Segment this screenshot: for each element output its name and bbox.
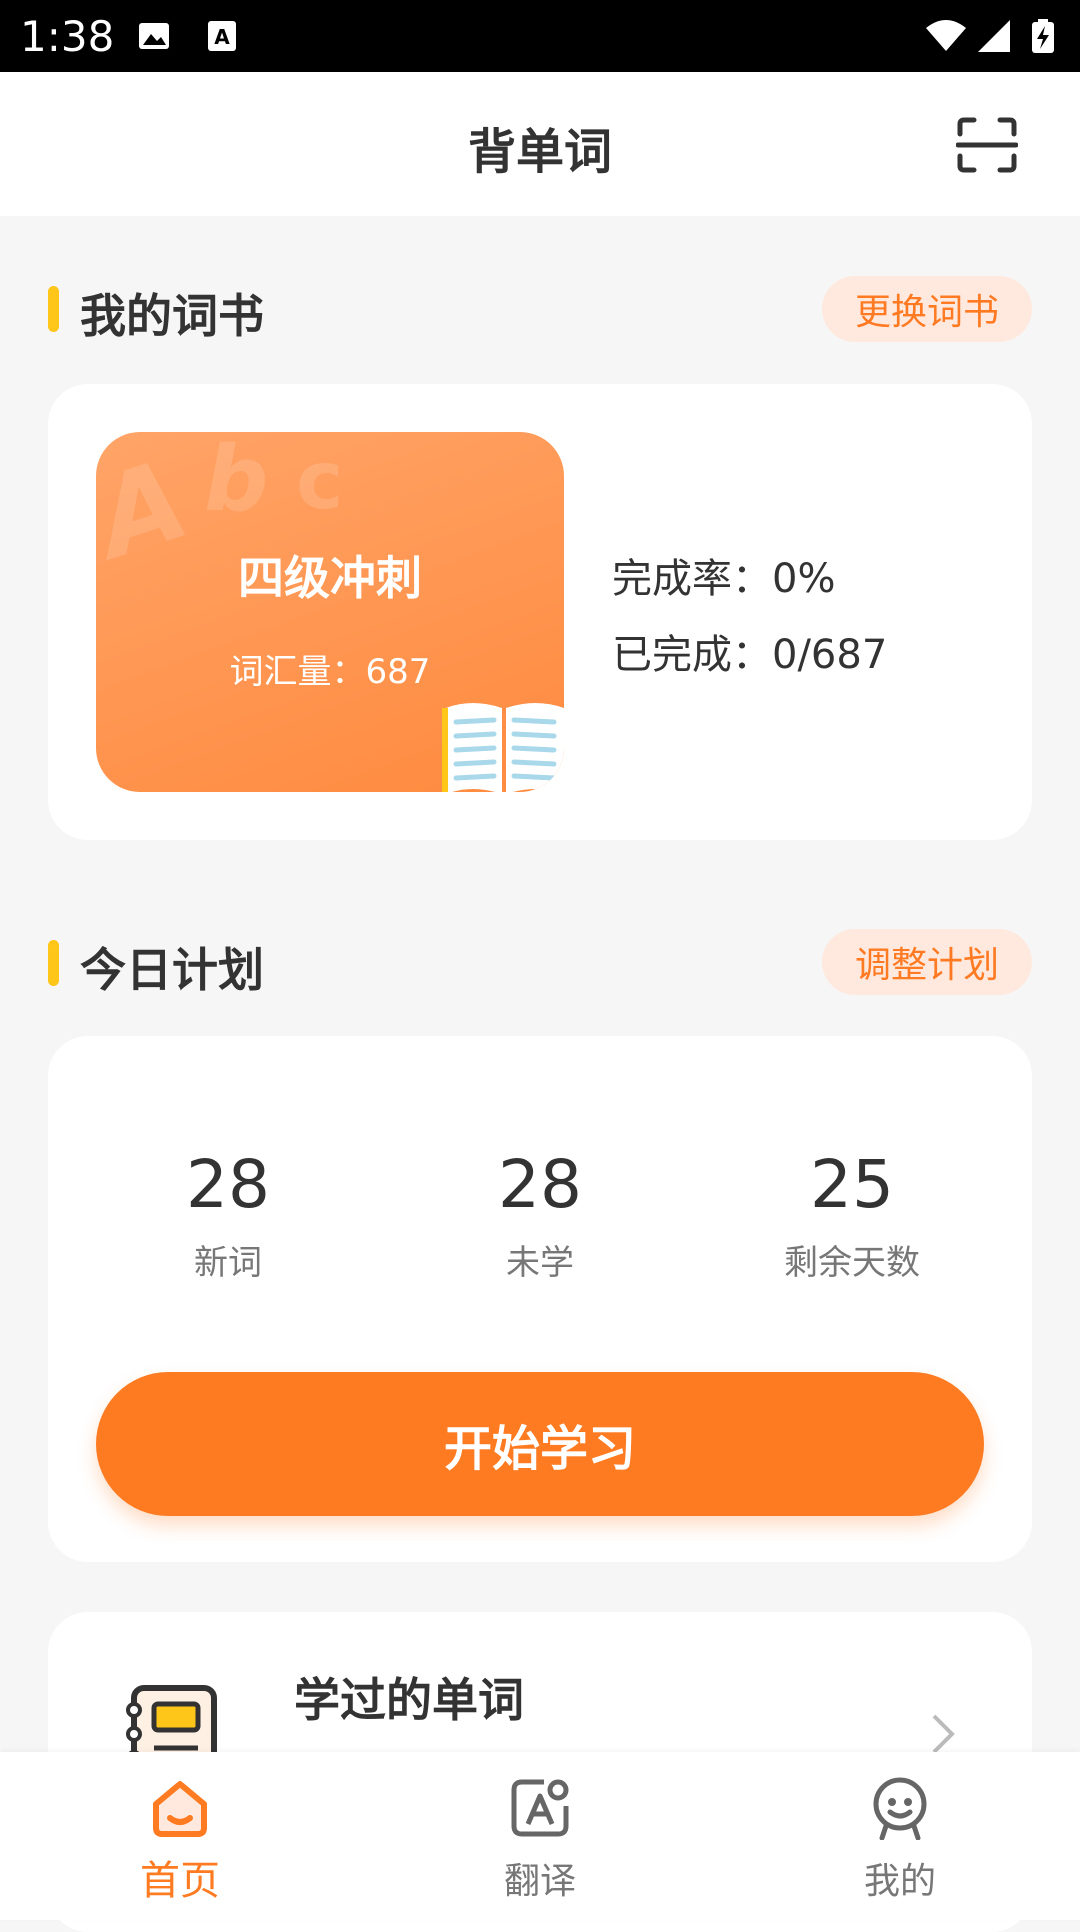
today-plan-card: 28 新词 28 未学 25 剩余天数 开始学习: [48, 1036, 1032, 1562]
learned-words-title: 学过的单词: [294, 1673, 524, 1727]
nav-label: 我的: [863, 1861, 936, 1902]
my-wordbook-title: 我的词书: [80, 289, 264, 343]
translate-icon: [511, 1779, 569, 1837]
vocab-label: 词汇量：: [229, 652, 366, 692]
today-plan-title: 今日计划: [80, 943, 264, 997]
plan-stat-unlearned: 28 未学: [390, 1146, 690, 1284]
status-bar: 1:38 A: [0, 0, 1080, 72]
plan-stat-label: 未学: [506, 1243, 574, 1283]
start-learning-button[interactable]: 开始学习: [96, 1372, 984, 1516]
plan-stat-label: 新词: [194, 1243, 262, 1283]
completion-rate-row: 完成率：0%: [612, 546, 835, 604]
wifi-icon: [926, 20, 966, 51]
plan-stat-value: 25: [810, 1146, 894, 1223]
plan-stat-days-left: 25 剩余天数: [702, 1146, 1002, 1284]
bottom-nav: 首页 翻译 我的: [0, 1752, 1080, 1920]
wordbook-card[interactable]: A b c 四级冲刺 词汇量：687 完成率：0% 已完成：0/687: [48, 384, 1032, 840]
book-cover[interactable]: A b c 四级冲刺 词汇量：687: [96, 432, 564, 792]
status-time: 1:38: [20, 12, 115, 61]
page-title: 背单词: [467, 124, 612, 180]
vocab-count-row: 词汇量：687: [96, 644, 564, 693]
completion-rate-label: 完成率：: [612, 556, 772, 602]
nav-item-profile[interactable]: 我的: [720, 1752, 1080, 1920]
change-wordbook-button[interactable]: 更换词书: [822, 276, 1032, 342]
profile-icon: [873, 1777, 927, 1840]
chevron-right-icon: [932, 1714, 955, 1754]
app-header: 背单词: [0, 72, 1080, 216]
plan-stat-label: 剩余天数: [784, 1243, 920, 1283]
signal-icon: [978, 20, 1010, 52]
svg-text:b: b: [204, 432, 268, 532]
section-marker: [48, 286, 59, 332]
plan-stat-new-words: 28 新词: [78, 1146, 378, 1284]
nav-item-home[interactable]: 首页: [0, 1752, 360, 1920]
completed-value: 0/687: [772, 632, 888, 678]
plan-stat-value: 28: [498, 1146, 582, 1223]
svg-text:c: c: [296, 434, 343, 527]
completed-row: 已完成：0/687: [612, 622, 887, 680]
book-title: 四级冲刺: [238, 551, 422, 605]
svg-text:A: A: [214, 25, 230, 49]
open-book-icon: [442, 703, 564, 792]
section-marker: [48, 940, 59, 986]
text-notification-icon: A: [208, 21, 236, 51]
completed-label: 已完成：: [612, 632, 772, 678]
scan-icon[interactable]: [956, 116, 1018, 174]
home-icon: [153, 1781, 207, 1837]
nav-item-translate[interactable]: 翻译: [360, 1752, 720, 1920]
battery-icon: [1032, 19, 1054, 53]
completion-rate-value: 0%: [772, 556, 836, 602]
adjust-plan-button[interactable]: 调整计划: [822, 929, 1032, 995]
nav-label: 翻译: [503, 1861, 576, 1902]
nav-label: 首页: [140, 1858, 220, 1904]
plan-stat-value: 28: [186, 1146, 270, 1223]
vocab-count: 687: [365, 652, 431, 692]
image-notification-icon: [139, 23, 169, 49]
